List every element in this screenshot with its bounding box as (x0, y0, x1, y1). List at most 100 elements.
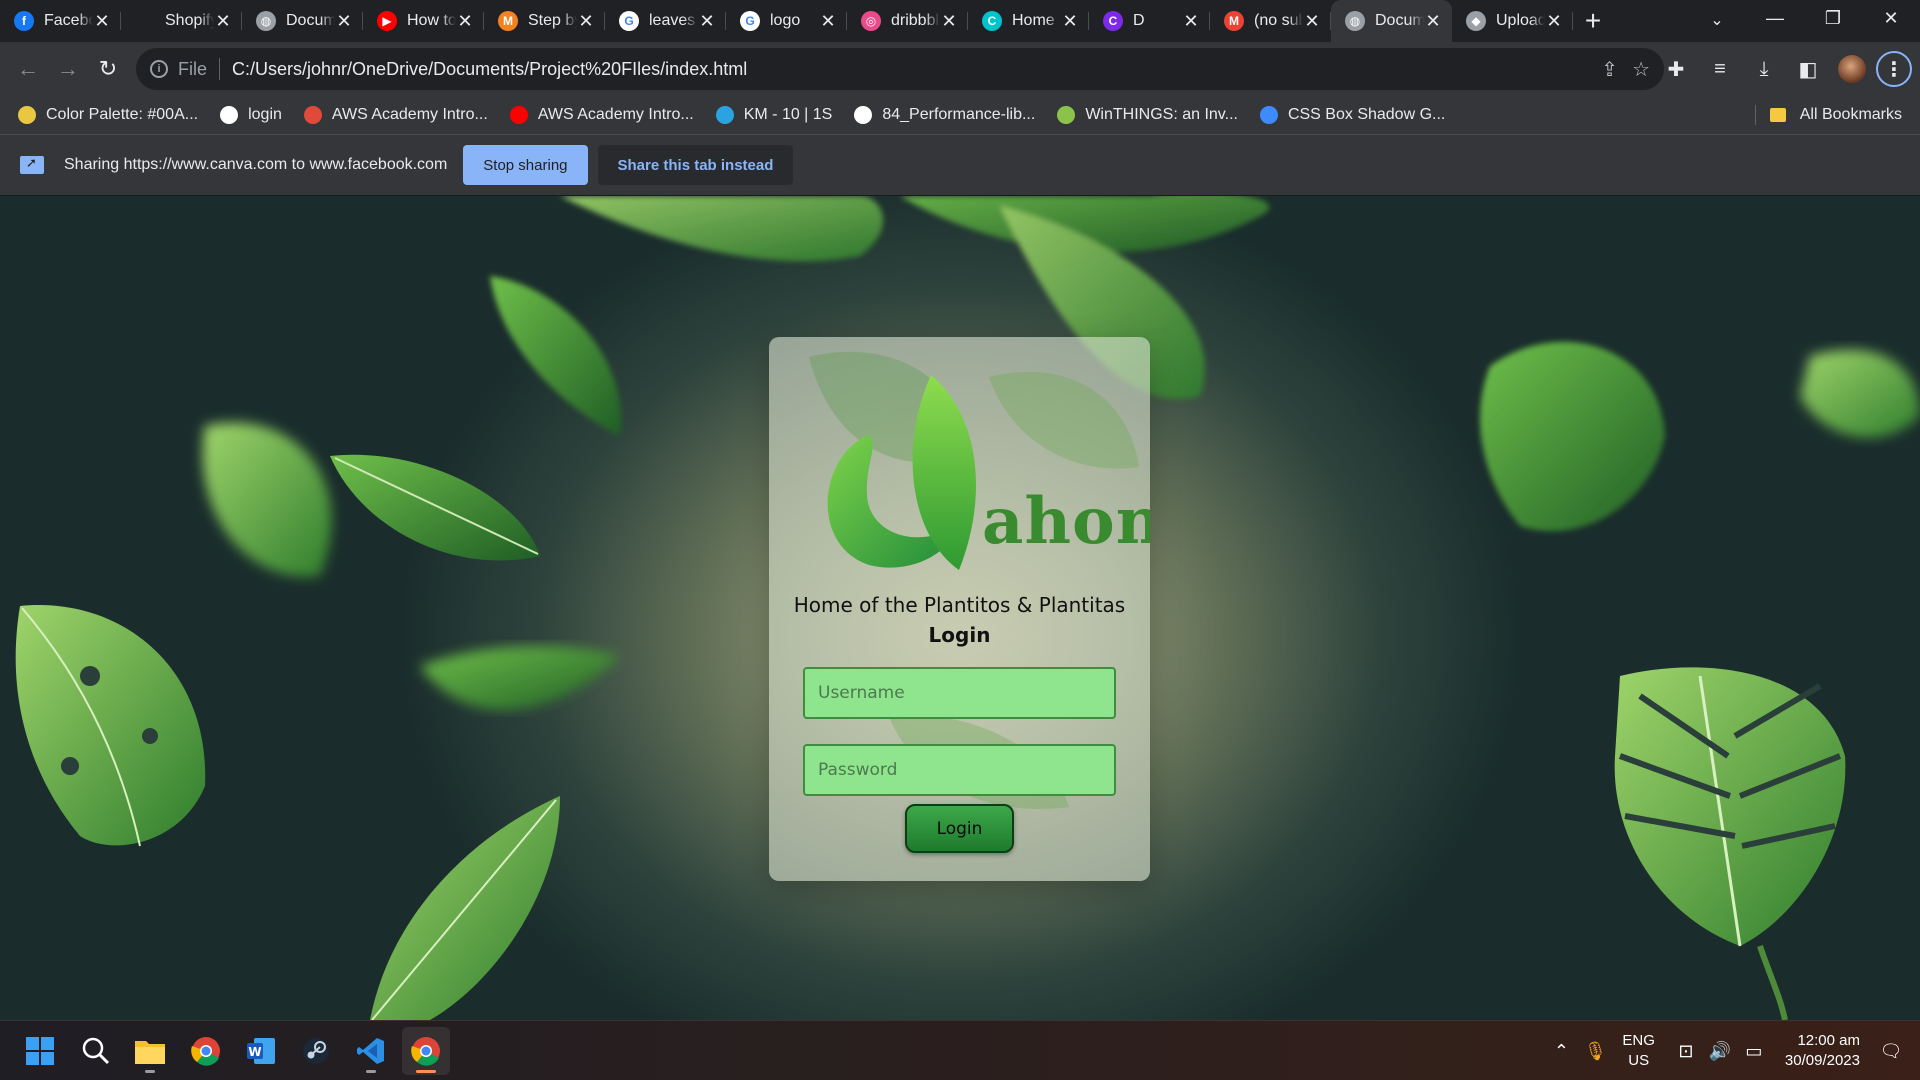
page-viewport: ahon Home of the Plantitos & Plantitas L… (0, 196, 1920, 1020)
bookmark-list: Color Palette: #00A... login AWS Academy I… (18, 106, 1467, 124)
taskbar-steam[interactable] (292, 1027, 340, 1075)
medium-icon: M (498, 11, 518, 31)
bookmark-star-icon[interactable]: ☆ (1632, 57, 1650, 82)
bookmark-item[interactable]: AWS Academy Intro... (509, 106, 694, 124)
browser-tab[interactable]: Gleaves ✕ (605, 0, 726, 42)
close-tab-icon[interactable]: ✕ (819, 11, 837, 32)
tab-search-chevron-icon[interactable]: ⌄ (1700, 6, 1734, 34)
info-icon[interactable]: i (150, 60, 168, 78)
close-tab-icon[interactable]: ✕ (1061, 11, 1079, 32)
all-bookmarks-button[interactable]: All Bookmarks (1754, 96, 1902, 134)
browser-tab[interactable]: ▶ How to ✕ (363, 0, 484, 42)
close-tab-icon[interactable]: ✕ (698, 11, 716, 32)
bookmark-item[interactable]: AWS Academy Intro... (303, 106, 488, 124)
browser-tab[interactable]: ◍ Document✕ (1331, 0, 1452, 42)
chrome-icon (191, 1037, 220, 1066)
taskbar-vscode[interactable] (347, 1027, 395, 1075)
browser-tab[interactable]: Shopify ✕ (121, 0, 242, 42)
close-tab-icon[interactable]: ✕ (940, 11, 958, 32)
back-arrow-icon[interactable]: ← (8, 49, 48, 89)
download-icon[interactable]: ⤓ (1744, 49, 1784, 89)
bookmark-label: CSS Box Shadow G... (1287, 106, 1446, 123)
browser-tab[interactable]: f Facebook✕ (0, 0, 121, 42)
browser-tab[interactable]: ◆ Upload ✕ (1452, 0, 1573, 42)
url-text[interactable]: C:/Users/johnr/OneDrive/Documents/Projec… (232, 59, 747, 80)
browser-tab[interactable]: ◍ Document✕ (242, 0, 363, 42)
screen-sharing-bar: Sharing https://www.canva.com to www.fac… (0, 134, 1920, 196)
bookmark-label: 84_Performance-lib... (882, 106, 1036, 123)
browser-tab[interactable]: ◎ dribbble✕ (847, 0, 968, 42)
taskbar-chrome-active[interactable] (402, 1027, 450, 1075)
new-tab-button[interactable]: + (1573, 0, 1613, 42)
tab-title: Document (1375, 12, 1424, 29)
sharing-status-text: Sharing https://www.canva.com to www.fac… (64, 156, 448, 173)
bookmark-item[interactable]: login (220, 106, 282, 124)
tab-title: Shopify (165, 12, 214, 29)
address-bar[interactable]: i File C:/Users/johnr/OneDrive/Documents… (136, 48, 1664, 90)
browser-tab[interactable]: M Step by step✕ (484, 0, 605, 42)
close-tab-icon[interactable]: ✕ (1182, 11, 1200, 32)
clock[interactable]: 12:00 am 30/09/2023 (1785, 1031, 1860, 1071)
gmail-icon: M (1224, 11, 1244, 31)
tab-title: (no subject) (1254, 12, 1303, 29)
close-tab-icon[interactable]: ✕ (1545, 11, 1563, 32)
side-panel-icon[interactable]: ◧ (1788, 49, 1828, 89)
taskbar-word[interactable]: W (237, 1027, 285, 1075)
battery-icon[interactable]: ▭ (1737, 1041, 1771, 1062)
window-controls: — ❐ ✕ (1746, 0, 1920, 36)
bookmark-label: Color Palette: #00A... (46, 106, 199, 123)
reading-list-icon[interactable]: ≡ (1700, 49, 1740, 89)
show-hidden-icons-chevron-icon[interactable]: ⌃ (1544, 1041, 1578, 1062)
profile-avatar[interactable] (1832, 49, 1872, 89)
bookmark-item[interactable]: CSS Box Shadow G... (1259, 106, 1446, 124)
microphone-icon[interactable]: 🎙 (1578, 1041, 1612, 1062)
globe-icon: ◍ (1345, 11, 1365, 31)
bookmark-item[interactable]: WinTHINGS: an Inv... (1057, 106, 1238, 124)
share-this-tab-button[interactable]: Share this tab instead (597, 145, 794, 185)
chrome-menu-icon[interactable]: ⋮ (1876, 51, 1912, 87)
close-tab-icon[interactable]: ✕ (214, 11, 232, 32)
password-input[interactable] (803, 744, 1116, 796)
bookmark-item[interactable]: KM - 10 | 1S (715, 106, 832, 124)
puzzle-icon (1057, 106, 1076, 124)
chrome-icon (411, 1037, 440, 1066)
close-tab-icon[interactable]: ✕ (1303, 11, 1321, 32)
omnibox-divider (219, 58, 221, 80)
volume-icon[interactable]: 🔊 (1703, 1041, 1737, 1062)
bookmark-item[interactable]: Color Palette: #00A... (18, 106, 198, 124)
username-input[interactable] (803, 667, 1116, 719)
bookmark-item[interactable]: 84_Performance-lib... (854, 106, 1035, 124)
input-language-indicator[interactable]: ENG US (1622, 1031, 1655, 1071)
reload-icon[interactable]: ↻ (88, 49, 128, 89)
taskbar-file-explorer[interactable] (126, 1027, 174, 1075)
start-button[interactable] (16, 1027, 64, 1075)
login-button[interactable]: Login (905, 804, 1014, 853)
stop-sharing-button[interactable]: Stop sharing (463, 145, 588, 185)
network-icon[interactable]: ⊡ (1669, 1041, 1703, 1062)
browser-tab[interactable]: M (no subject)✕ (1210, 0, 1331, 42)
restore-button[interactable]: ❐ (1804, 0, 1862, 36)
browser-tab[interactable]: Glogo ✕ (726, 0, 847, 42)
close-tab-icon[interactable]: ✕ (93, 11, 111, 32)
url-scheme: File (178, 58, 208, 79)
telegram-icon (715, 106, 734, 124)
close-tab-icon[interactable]: ✕ (456, 11, 474, 32)
taskbar-chrome[interactable] (182, 1027, 230, 1075)
forward-arrow-icon[interactable]: → (48, 49, 88, 89)
active-indicator (416, 1070, 436, 1073)
extensions-puzzle-icon[interactable]: ✚ (1656, 49, 1696, 89)
close-window-button[interactable]: ✕ (1862, 0, 1920, 36)
browser-tab[interactable]: C Home ✕ (968, 0, 1089, 42)
close-tab-icon[interactable]: ✕ (1424, 11, 1442, 32)
browser-tab[interactable]: C D ✕ (1089, 0, 1210, 42)
close-tab-icon[interactable]: ✕ (577, 11, 595, 32)
minimize-button[interactable]: — (1746, 0, 1804, 36)
close-tab-icon[interactable]: ✕ (335, 11, 353, 32)
system-tray: ⌃ 🎙 ENG US ⊡ 🔊 ▭ 12:00 am 30/09/2023 🗨 (1544, 1021, 1920, 1080)
taskbar-search-button[interactable] (72, 1027, 120, 1075)
notifications-icon[interactable]: 🗨 (1874, 1041, 1908, 1062)
svg-text:W: W (248, 1045, 261, 1059)
share-icon[interactable]: ⇪ (1601, 57, 1618, 82)
tab-list: fFacebook✕Shopify✕◍Document✕▶How to✕MSte… (0, 0, 1573, 42)
browser-toolbar: ← → ↻ i File C:/Users/johnr/OneDrive/Doc… (0, 42, 1920, 96)
